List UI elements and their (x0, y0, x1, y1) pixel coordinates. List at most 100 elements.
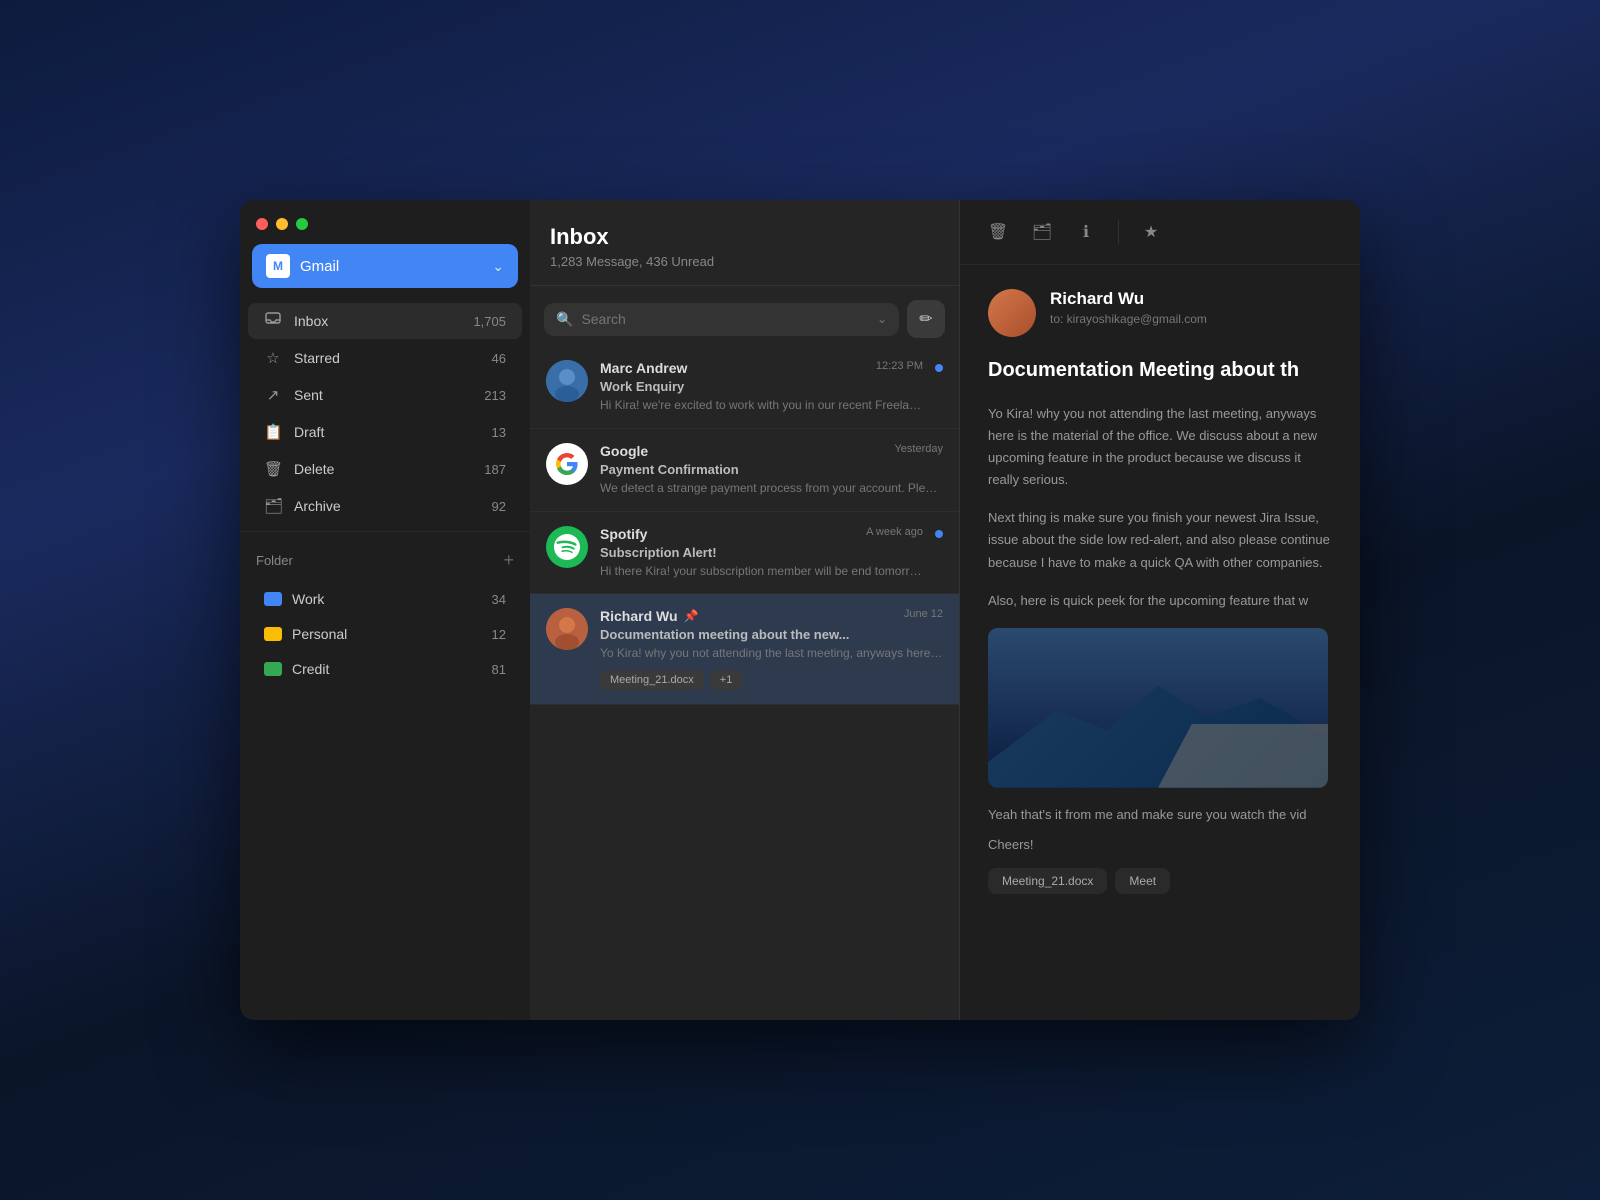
credit-folder-count: 81 (492, 662, 506, 677)
email-list-header: Inbox 1,283 Message, 436 Unread (530, 200, 959, 286)
attachment-chip-1[interactable]: Meeting_21.docx (600, 670, 704, 690)
folder-item-work[interactable]: Work 34 (248, 582, 522, 616)
sidebar: M Gmail ⌄ Inbox 1,705 ☆ Starred (240, 200, 530, 1020)
detail-avatar (988, 289, 1036, 337)
email-subject-google: Payment Confirmation (600, 462, 943, 477)
email-sender-google: Google (600, 443, 648, 459)
inbox-icon (264, 312, 282, 330)
add-folder-button[interactable]: + (503, 550, 514, 571)
email-sender-spotify: Spotify (600, 526, 647, 542)
toolbar-info-button[interactable]: ℹ (1068, 214, 1104, 250)
email-preview-marc: Hi Kira! we're excited to work with you … (600, 397, 923, 414)
work-folder-icon (264, 592, 282, 606)
close-button[interactable] (256, 218, 268, 230)
unread-badge-marc (935, 364, 943, 372)
maximize-button[interactable] (296, 218, 308, 230)
account-selector[interactable]: M Gmail ⌄ (252, 244, 518, 288)
toolbar-archive-button[interactable]: 🗂 (1024, 214, 1060, 250)
search-input[interactable] (581, 311, 869, 327)
personal-folder-label: Personal (292, 626, 347, 642)
detail-footer-text: Yeah that's it from me and make sure you… (988, 804, 1332, 826)
sidebar-item-inbox[interactable]: Inbox 1,705 (248, 303, 522, 339)
draft-label: Draft (294, 424, 324, 440)
detail-cheers: Cheers! (988, 834, 1332, 856)
email-subject-spotify: Subscription Alert! (600, 545, 923, 560)
detail-attachments: Meeting_21.docx Meet (988, 868, 1332, 894)
detail-body-p1: Yo Kira! why you not attending the last … (988, 403, 1332, 491)
toolbar-star-button[interactable]: ★ (1133, 214, 1169, 250)
toolbar-divider (1118, 220, 1119, 244)
detail-subject: Documentation Meeting about th (988, 357, 1332, 383)
detail-image (988, 628, 1328, 788)
folder-item-credit[interactable]: Credit 81 (248, 652, 522, 686)
attachment-chip-more[interactable]: +1 (710, 670, 743, 690)
sent-label: Sent (294, 387, 323, 403)
personal-folder-icon (264, 627, 282, 641)
credit-folder-icon (264, 662, 282, 676)
detail-image-content (988, 628, 1328, 788)
detail-body: Richard Wu to: kirayoshikage@gmail.com D… (960, 265, 1360, 1020)
credit-folder-label: Credit (292, 661, 329, 677)
sidebar-item-starred[interactable]: ☆ Starred 46 (248, 340, 522, 376)
folder-item-personal[interactable]: Personal 12 (248, 617, 522, 651)
account-name: Gmail (300, 258, 339, 275)
email-item-marc[interactable]: Marc Andrew 12:23 PM Work Enquiry Hi Kir… (530, 346, 959, 429)
email-list: Inbox 1,283 Message, 436 Unread 🔍 ⌄ ✏ (530, 200, 960, 1020)
detail-toolbar: 🗑 🗂 ℹ ★ (960, 200, 1360, 265)
starred-label: Starred (294, 350, 340, 366)
detail-attachment-2[interactable]: Meet (1115, 868, 1170, 894)
delete-icon: 🗑 (264, 460, 282, 478)
work-folder-count: 34 (492, 592, 506, 607)
folder-section-label: Folder (256, 553, 293, 568)
work-folder-label: Work (292, 591, 324, 607)
email-item-richard[interactable]: Richard Wu 📌 June 12 Documentation meeti… (530, 594, 959, 705)
email-content-marc: Marc Andrew 12:23 PM Work Enquiry Hi Kir… (600, 360, 923, 414)
search-dropdown-icon[interactable]: ⌄ (877, 312, 887, 326)
email-item-google[interactable]: Google Yesterday Payment Confirmation We… (530, 429, 959, 512)
email-preview-spotify: Hi there Kira! your subscription member … (600, 563, 923, 580)
minimize-button[interactable] (276, 218, 288, 230)
inbox-subtitle: 1,283 Message, 436 Unread (550, 254, 939, 269)
detail-attachment-1[interactable]: Meeting_21.docx (988, 868, 1107, 894)
email-time-marc: 12:23 PM (876, 360, 923, 372)
app-window: M Gmail ⌄ Inbox 1,705 ☆ Starred (240, 200, 1360, 1020)
compose-button[interactable]: ✏ (907, 300, 945, 338)
email-preview-google: We detect a strange payment process from… (600, 480, 943, 497)
toolbar-delete-button[interactable]: 🗑 (980, 214, 1016, 250)
sent-icon: ↗ (264, 386, 282, 404)
email-time-google: Yesterday (894, 443, 943, 455)
star-icon: ☆ (264, 349, 282, 367)
email-subject-marc: Work Enquiry (600, 379, 923, 394)
nav-items: Inbox 1,705 ☆ Starred 46 ↗ Sent 213 (240, 296, 530, 532)
starred-count: 46 (492, 351, 506, 366)
search-bar: 🔍 ⌄ ✏ (544, 300, 945, 338)
email-attachments-richard: Meeting_21.docx +1 (600, 670, 943, 690)
email-preview-richard: Yo Kira! why you not attending the last … (600, 645, 943, 662)
detail-body-p3: Also, here is quick peek for the upcomin… (988, 590, 1332, 612)
unread-badge-spotify (935, 530, 943, 538)
inbox-title: Inbox (550, 224, 939, 250)
draft-icon: 📋 (264, 423, 282, 441)
avatar-richard (546, 608, 588, 650)
delete-label: Delete (294, 461, 334, 477)
email-content-richard: Richard Wu 📌 June 12 Documentation meeti… (600, 608, 943, 690)
email-time-spotify: A week ago (866, 526, 923, 538)
titlebar (240, 200, 530, 244)
avatar-spotify (546, 526, 588, 568)
archive-count: 92 (492, 499, 506, 514)
account-left: M Gmail (266, 254, 339, 278)
avatar-google (546, 443, 588, 485)
sidebar-item-draft[interactable]: 📋 Draft 13 (248, 414, 522, 450)
sidebar-item-delete[interactable]: 🗑 Delete 187 (248, 451, 522, 487)
draft-count: 13 (492, 425, 506, 440)
email-item-spotify[interactable]: Spotify A week ago Subscription Alert! H… (530, 512, 959, 595)
email-time-richard: June 12 (904, 608, 943, 620)
sidebar-item-sent[interactable]: ↗ Sent 213 (248, 377, 522, 413)
pin-icon: 📌 (684, 609, 699, 623)
inbox-label: Inbox (294, 313, 328, 329)
sidebar-item-archive[interactable]: 🗂 Archive 92 (248, 488, 522, 524)
email-detail: 🗑 🗂 ℹ ★ Richard Wu to: kirayoshikage@gma… (960, 200, 1360, 1020)
email-sender-richard: Richard Wu (600, 608, 678, 624)
email-content-spotify: Spotify A week ago Subscription Alert! H… (600, 526, 923, 580)
sent-count: 213 (484, 388, 506, 403)
